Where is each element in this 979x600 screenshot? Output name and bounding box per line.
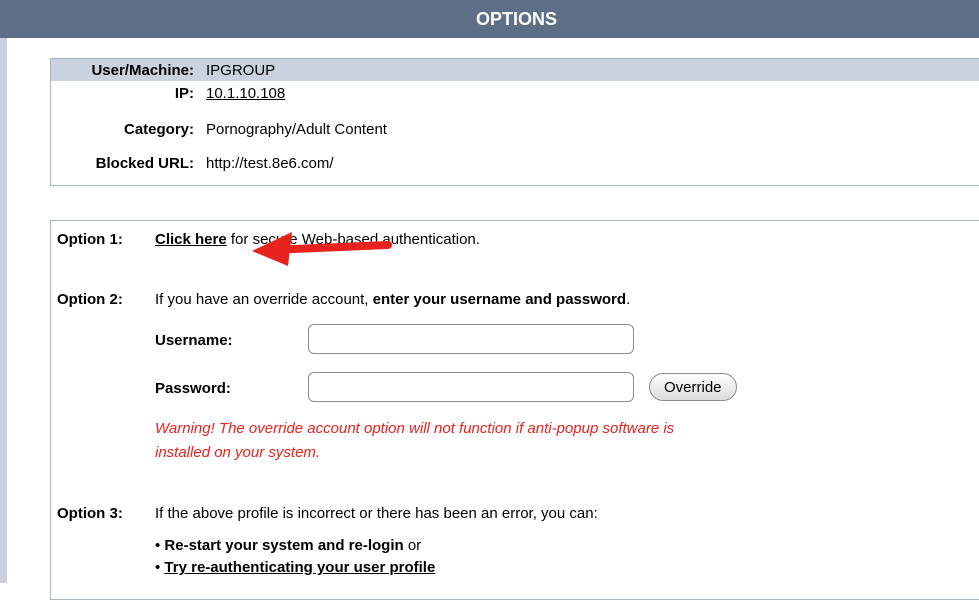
option2-text-end: . xyxy=(626,291,631,308)
password-label: Password: xyxy=(155,380,231,397)
bullet-dot-icon: • xyxy=(155,537,165,554)
option2-text-bold: enter your username and password xyxy=(372,291,627,308)
category-label: Category: xyxy=(123,121,194,138)
category-row: Category: Pornography/Adult Content xyxy=(51,121,387,138)
page-title: OPTIONS xyxy=(475,8,557,29)
ip-row: IP: 10.1.10.108 xyxy=(51,85,285,102)
blocked-url-row: Blocked URL: http://test.8e6.com/ xyxy=(51,155,334,172)
bullet-dot-icon: • xyxy=(155,559,165,576)
blocked-url-value: http://test.8e6.com/ xyxy=(206,155,334,172)
warning-line-2: installed on your system. xyxy=(155,444,321,461)
popup-warning: Warning! The override account option wil… xyxy=(155,417,855,465)
warning-line-1: Warning! The override account option wil… xyxy=(155,420,675,437)
options-title-bar: OPTIONS xyxy=(0,0,979,38)
profile-info-box: User/Machine: IPGROUP IP: 10.1.10.108 Ca… xyxy=(50,58,979,186)
category-value: Pornography/Adult Content xyxy=(206,121,387,138)
option2-text-plain: If you have an override account, xyxy=(155,291,373,308)
click-here-link[interactable]: Click here xyxy=(155,231,227,248)
user-machine-label: User/Machine: xyxy=(91,62,194,79)
option1-label: Option 1: xyxy=(57,231,123,248)
ip-value: 10.1.10.108 xyxy=(206,85,286,102)
override-button[interactable]: Override xyxy=(649,373,737,401)
option1-text: Click here for secure Web-based authenti… xyxy=(155,231,480,248)
user-machine-row: User/Machine: IPGROUP xyxy=(51,62,275,79)
option3-text: If the above profile is incorrect or the… xyxy=(155,505,598,522)
options-box: Option 1: Click here for secure Web-base… xyxy=(50,220,979,600)
ip-label: IP: xyxy=(174,85,194,102)
user-machine-value: IPGROUP xyxy=(206,62,276,79)
bullet-restart: • Re-start your system and re-login or xyxy=(155,537,421,554)
option3-label: Option 3: xyxy=(57,505,123,522)
restart-text: Re-start your system and re-login xyxy=(164,537,404,554)
blocked-url-label: Blocked URL: xyxy=(95,155,194,172)
option2-label: Option 2: xyxy=(57,291,123,308)
reauthenticate-link[interactable]: Try re-authenticating your user profile xyxy=(164,559,435,576)
bullet-reauth: • Try re-authenticating your user profil… xyxy=(155,559,435,576)
option2-text: If you have an override account, enter y… xyxy=(155,291,630,308)
left-border xyxy=(0,38,7,583)
username-input[interactable] xyxy=(308,324,634,354)
username-label: Username: xyxy=(155,332,233,349)
restart-text-end: or xyxy=(403,537,422,554)
option1-description: for secure Web-based authentication. xyxy=(230,231,480,248)
password-input[interactable] xyxy=(308,372,634,402)
